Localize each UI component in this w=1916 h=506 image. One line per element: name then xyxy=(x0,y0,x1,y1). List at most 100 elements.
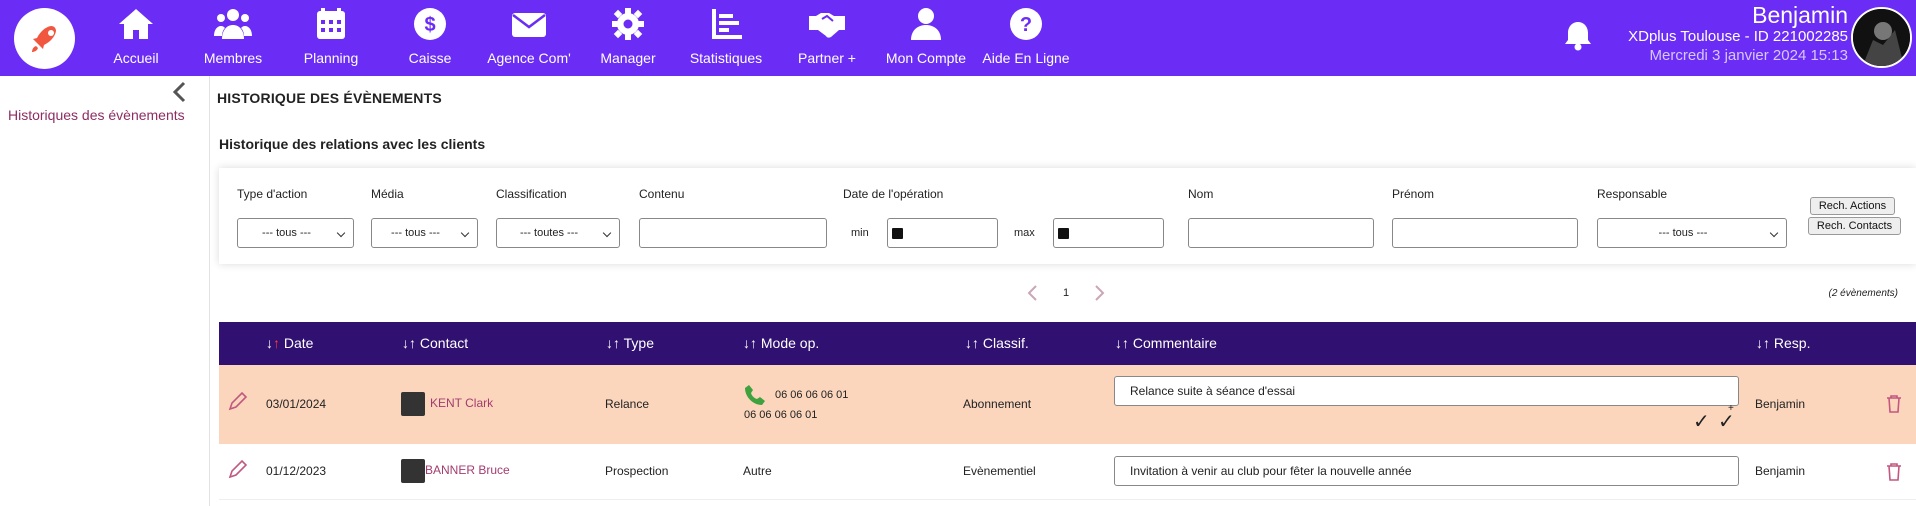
members-icon xyxy=(214,9,252,39)
filter-panel: Type d'action --- tous --- Média --- tou… xyxy=(219,168,1916,264)
date-operation-label: Date de l'opération xyxy=(843,187,944,201)
row-type: Relance xyxy=(605,397,650,411)
validate-check-icon[interactable]: ✓ xyxy=(1693,409,1710,434)
nav-label: Aide En Ligne xyxy=(982,50,1070,66)
rech-contacts-button[interactable]: Rech. Contacts xyxy=(1808,217,1901,235)
row-responsable: Benjamin xyxy=(1755,397,1806,411)
classification-select[interactable]: --- toutes --- xyxy=(496,218,620,248)
nav-label: Membres xyxy=(203,50,263,66)
table-row[interactable]: 01/12/2023 BANNER Bruce Prospection Autr… xyxy=(219,444,1916,500)
sort-classif-header[interactable]: ↓↑ Classif. xyxy=(965,335,1029,351)
sort-icon: ↓↑ xyxy=(266,335,280,351)
nav-accueil[interactable]: Accueil xyxy=(81,6,191,72)
nav-statistiques[interactable]: Statistiques xyxy=(671,6,781,72)
sort-resp-header[interactable]: ↓↑ Resp. xyxy=(1756,335,1810,351)
contenu-input[interactable] xyxy=(639,218,827,248)
nav-label: Caisse xyxy=(408,50,452,66)
row-type: Prospection xyxy=(605,464,669,478)
date-max-input[interactable] xyxy=(1053,218,1164,248)
sort-icon: ↓↑ xyxy=(743,335,757,351)
classification-value: --- toutes --- xyxy=(519,227,579,239)
responsable-select[interactable]: --- tous --- xyxy=(1597,218,1787,248)
sort-mode-header[interactable]: ↓↑ Mode op. xyxy=(743,335,819,351)
events-table: ↓↑ Date ↓↑ Contact ↓↑ Type ↓↑ Mode op. ↓… xyxy=(219,322,1916,500)
edit-pencil-icon[interactable] xyxy=(227,390,249,412)
phone-number-secondary: 06 06 06 06 01 xyxy=(744,409,818,421)
nav-planning[interactable]: Planning xyxy=(276,6,386,72)
comment-field[interactable]: Relance suite à séance d'essai xyxy=(1114,376,1739,406)
row-responsable: Benjamin xyxy=(1755,464,1806,478)
sidebar xyxy=(0,76,210,506)
rocket-logo-icon[interactable] xyxy=(14,8,75,69)
header-label: Date xyxy=(283,335,314,351)
user-icon xyxy=(911,8,941,40)
table-header: ↓↑ Date ↓↑ Contact ↓↑ Type ↓↑ Mode op. ↓… xyxy=(219,322,1916,365)
contact-link[interactable]: BANNER Bruce xyxy=(425,463,510,477)
nav-label: Planning xyxy=(303,50,359,66)
prenom-input[interactable] xyxy=(1392,218,1578,248)
sidebar-item-historiques[interactable]: Historiques des évènements xyxy=(8,107,185,123)
nav-label: Accueil xyxy=(113,50,159,66)
nav-membres[interactable]: Membres xyxy=(178,6,288,72)
row-mode: Autre xyxy=(743,464,772,478)
sort-icon: ↓↑ xyxy=(1756,335,1770,351)
row-classification: Abonnement xyxy=(963,397,1032,411)
home-icon xyxy=(119,9,153,39)
nom-label: Nom xyxy=(1188,187,1214,201)
comment-field[interactable]: Invitation à venir au club pour fêter la… xyxy=(1114,456,1739,486)
row-classification: Evènementiel xyxy=(963,464,1036,478)
rech-actions-button[interactable]: Rech. Actions xyxy=(1810,197,1895,215)
responsable-value: --- tous --- xyxy=(1658,227,1708,239)
nav-agence-com[interactable]: Agence Com' xyxy=(474,6,584,72)
event-count: (2 évènements) xyxy=(1828,288,1898,299)
sort-commentaire-header[interactable]: ↓↑ Commentaire xyxy=(1115,335,1217,351)
handshake-icon xyxy=(809,13,845,38)
contact-avatar xyxy=(401,459,425,483)
calendar-icon[interactable] xyxy=(892,228,903,239)
sort-type-header[interactable]: ↓↑ Type xyxy=(606,335,654,351)
trash-icon[interactable] xyxy=(1885,462,1903,482)
chevron-left-icon[interactable] xyxy=(171,80,189,109)
nav-mon-compte[interactable]: Mon Compte xyxy=(871,6,981,72)
responsable-label: Responsable xyxy=(1597,187,1668,201)
chevron-left-icon[interactable] xyxy=(1025,284,1039,302)
sort-date-header[interactable]: ↓↑ Date xyxy=(266,335,313,351)
date-max-label: max xyxy=(1014,227,1035,239)
header-label: Commentaire xyxy=(1132,335,1217,351)
contenu-label: Contenu xyxy=(639,187,685,201)
user-name: Benjamin xyxy=(1752,2,1848,28)
sort-contact-header[interactable]: ↓↑ Contact xyxy=(402,335,468,351)
sort-icon: ↓↑ xyxy=(1115,335,1129,351)
avatar[interactable] xyxy=(1851,7,1912,68)
section-title: Historique des relations avec les client… xyxy=(219,136,486,152)
contact-link[interactable]: KENT Clark xyxy=(430,396,493,410)
club-id: XDplus Toulouse - ID 221002285 xyxy=(1628,28,1848,45)
type-action-select[interactable]: --- tous --- xyxy=(237,218,354,248)
date-min-label: min xyxy=(851,227,869,239)
phone-icon xyxy=(745,385,765,405)
media-value: --- tous --- xyxy=(391,227,440,239)
user-info: Benjamin XDplus Toulouse - ID 221002285 … xyxy=(1628,2,1848,66)
trash-icon[interactable] xyxy=(1885,394,1903,414)
chevron-right-icon[interactable] xyxy=(1093,284,1107,302)
bell-icon[interactable] xyxy=(1563,20,1593,57)
table-row[interactable]: 03/01/2024 KENT Clark Relance 06 06 06 0… xyxy=(219,365,1916,444)
nav-aide-en-ligne[interactable]: ? Aide En Ligne xyxy=(971,6,1081,72)
current-date: Mercredi 3 janvier 2024 15:13 xyxy=(1649,47,1848,64)
pagination: 1 xyxy=(1025,284,1107,302)
nav-partner[interactable]: Partner + xyxy=(772,6,882,72)
nav-label: Agence Com' xyxy=(487,50,571,66)
date-min-input[interactable] xyxy=(887,218,998,248)
page-number[interactable]: 1 xyxy=(1063,287,1069,299)
calendar-icon xyxy=(317,8,345,39)
stats-icon xyxy=(712,9,742,39)
nom-input[interactable] xyxy=(1188,218,1374,248)
nav-caisse[interactable]: $ Caisse xyxy=(375,6,485,72)
media-select[interactable]: --- tous --- xyxy=(371,218,478,248)
nav-manager[interactable]: Manager xyxy=(573,6,683,72)
validate-plus-check-icon[interactable]: ✓ + xyxy=(1718,403,1735,434)
nav-label: Mon Compte xyxy=(885,50,967,66)
calendar-icon[interactable] xyxy=(1058,228,1069,239)
header-label: Type xyxy=(623,335,654,351)
edit-pencil-icon[interactable] xyxy=(227,458,249,480)
